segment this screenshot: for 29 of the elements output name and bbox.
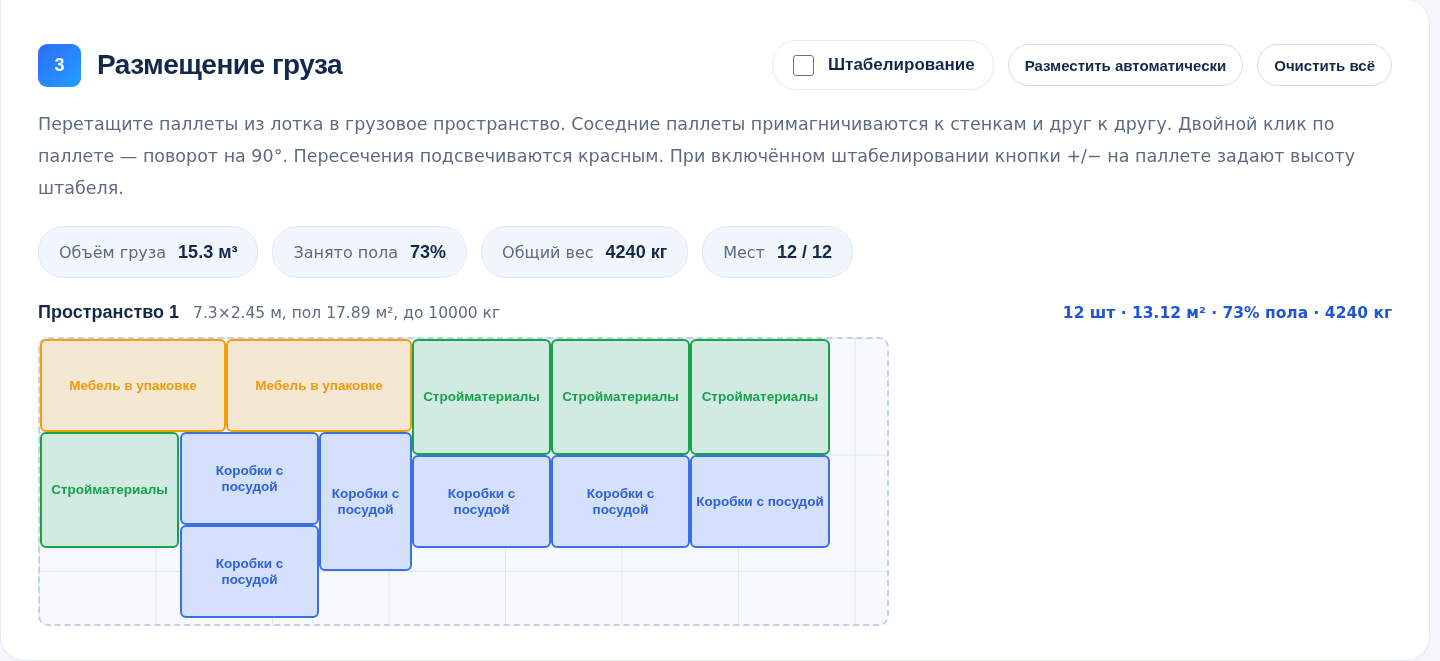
checkbox[interactable] <box>793 54 814 76</box>
space-dimensions: 7.3×2.45 м, пол 17.89 м², до 10000 кг <box>193 304 501 322</box>
pallet[interactable]: Стройматериалы <box>551 339 690 455</box>
pallet[interactable]: Коробки с посудой <box>319 432 412 571</box>
instructions-text: Перетащите паллеты из лотка в грузовое пространство. Соседние паллеты примагничиваются к стенкам и друг к другу. Двойной клик по паллете — поворот на 90°. Пересечения подсвечиваются красным. При включённом штабелировании кнопки +/− на паллете задают высоту штабеля. <box>38 113 1357 200</box>
space-title: Пространство 1 <box>38 302 180 323</box>
stat-label: Занято пола <box>293 242 399 262</box>
step-badge: 3 <box>38 43 81 87</box>
pallet[interactable]: Стройматериалы <box>40 432 179 548</box>
pallet[interactable]: Коробки с посудой <box>180 432 319 525</box>
pallet[interactable]: Стройматериалы <box>690 339 830 455</box>
pallet[interactable]: Коробки с посудой <box>180 525 319 618</box>
section-title: Размещение груза <box>97 49 343 81</box>
space-summary: 12 шт · 13.12 м² · 73% пола · 4240 кг <box>1062 304 1392 322</box>
pallet[interactable]: Коробки с посудой <box>690 455 830 548</box>
stat-value: 12 / 12 <box>776 241 832 263</box>
pallet[interactable]: Стройматериалы <box>412 339 551 455</box>
stacking-label: Штабелирование <box>828 55 975 75</box>
stat-value: 15.3 м³ <box>178 241 238 263</box>
stat-value: 73% <box>410 241 447 263</box>
pallet[interactable]: Коробки с посудой <box>412 455 551 548</box>
stat-label: Мест <box>723 242 765 262</box>
action-button[interactable]: Очистить всё <box>1257 44 1392 86</box>
pallet[interactable]: Коробки с посудой <box>551 455 690 548</box>
stat-label: Объём груза <box>59 242 167 262</box>
stacking-toggle[interactable]: Штабелирование <box>772 40 994 90</box>
stat-value: 4240 кг <box>605 241 668 263</box>
stat-label: Общий вес <box>502 242 594 262</box>
action-button[interactable]: Разместить автоматически <box>1007 44 1244 86</box>
